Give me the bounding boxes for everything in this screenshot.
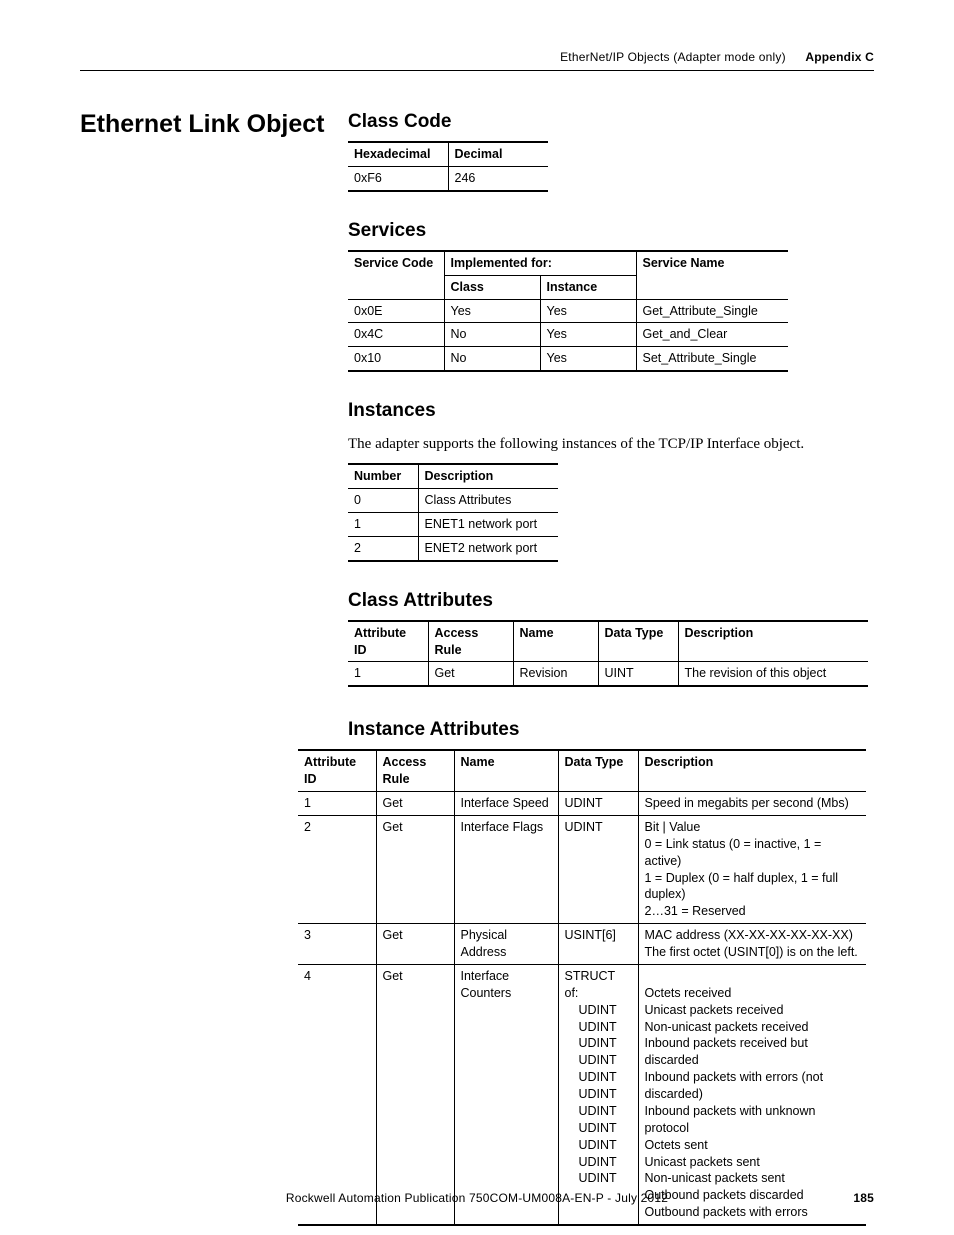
table-row: 0x0E Yes Yes Get_Attribute_Single (348, 299, 788, 323)
section-class-attrs: Class Attributes (348, 590, 874, 612)
footer-page-number: 185 (853, 1191, 874, 1205)
th-svc-impl: Implemented for: (444, 251, 636, 275)
table-class-code: Hexadecimal Decimal 0xF6 246 (348, 141, 548, 192)
table-services: Service Code Implemented for: Service Na… (348, 250, 788, 372)
header-appendix: Appendix C (805, 50, 874, 64)
th-hex: Hexadecimal (348, 142, 448, 166)
table-row: 4 Get Interface Counters STRUCT of: UDIN… (298, 964, 866, 1225)
running-header: EtherNet/IP Objects (Adapter mode only) … (80, 50, 874, 71)
table-instances: Number Description 0 Class Attributes 1 … (348, 463, 558, 562)
table-row: 3 Get Physical Address USINT[6] MAC addr… (298, 924, 866, 965)
table-row: 0x4C No Yes Get_and_Clear (348, 323, 788, 347)
table-row: 2 Get Interface Flags UDINT Bit | Value … (298, 815, 866, 923)
th-inst-desc: Description (418, 464, 558, 488)
section-class-code: Class Code (348, 111, 874, 133)
table-row: 0 Class Attributes (348, 489, 558, 513)
th-inst-num: Number (348, 464, 418, 488)
section-instance-attrs: Instance Attributes (348, 719, 874, 741)
page-footer: Rockwell Automation Publication 750COM-U… (80, 1191, 874, 1205)
th-svc-name: Service Name (636, 251, 788, 299)
instances-intro: The adapter supports the following insta… (348, 436, 874, 453)
table-row: 2 ENET2 network port (348, 536, 558, 560)
section-services: Services (348, 220, 874, 242)
table-row: 1 Get Interface Speed UDINT Speed in meg… (298, 792, 866, 816)
th-svc-class: Class (444, 275, 540, 299)
th-dec: Decimal (448, 142, 548, 166)
td-hex: 0xF6 (348, 166, 448, 190)
section-instances: Instances (348, 400, 874, 422)
table-class-attrs: Attribute ID Access Rule Name Data Type … (348, 620, 868, 688)
td-dec: 246 (448, 166, 548, 190)
th-svc-inst: Instance (540, 275, 636, 299)
header-context: EtherNet/IP Objects (Adapter mode only) (560, 50, 786, 64)
footer-publication: Rockwell Automation Publication 750COM-U… (286, 1191, 668, 1205)
th-svc-code: Service Code (348, 251, 444, 299)
table-row: 1 Get Revision UINT The revision of this… (348, 662, 868, 686)
table-row: 0x10 No Yes Set_Attribute_Single (348, 347, 788, 371)
table-row: 1 ENET1 network port (348, 512, 558, 536)
table-instance-attrs: Attribute ID Access Rule Name Data Type … (298, 749, 866, 1226)
page-title: Ethernet Link Object (80, 111, 330, 715)
